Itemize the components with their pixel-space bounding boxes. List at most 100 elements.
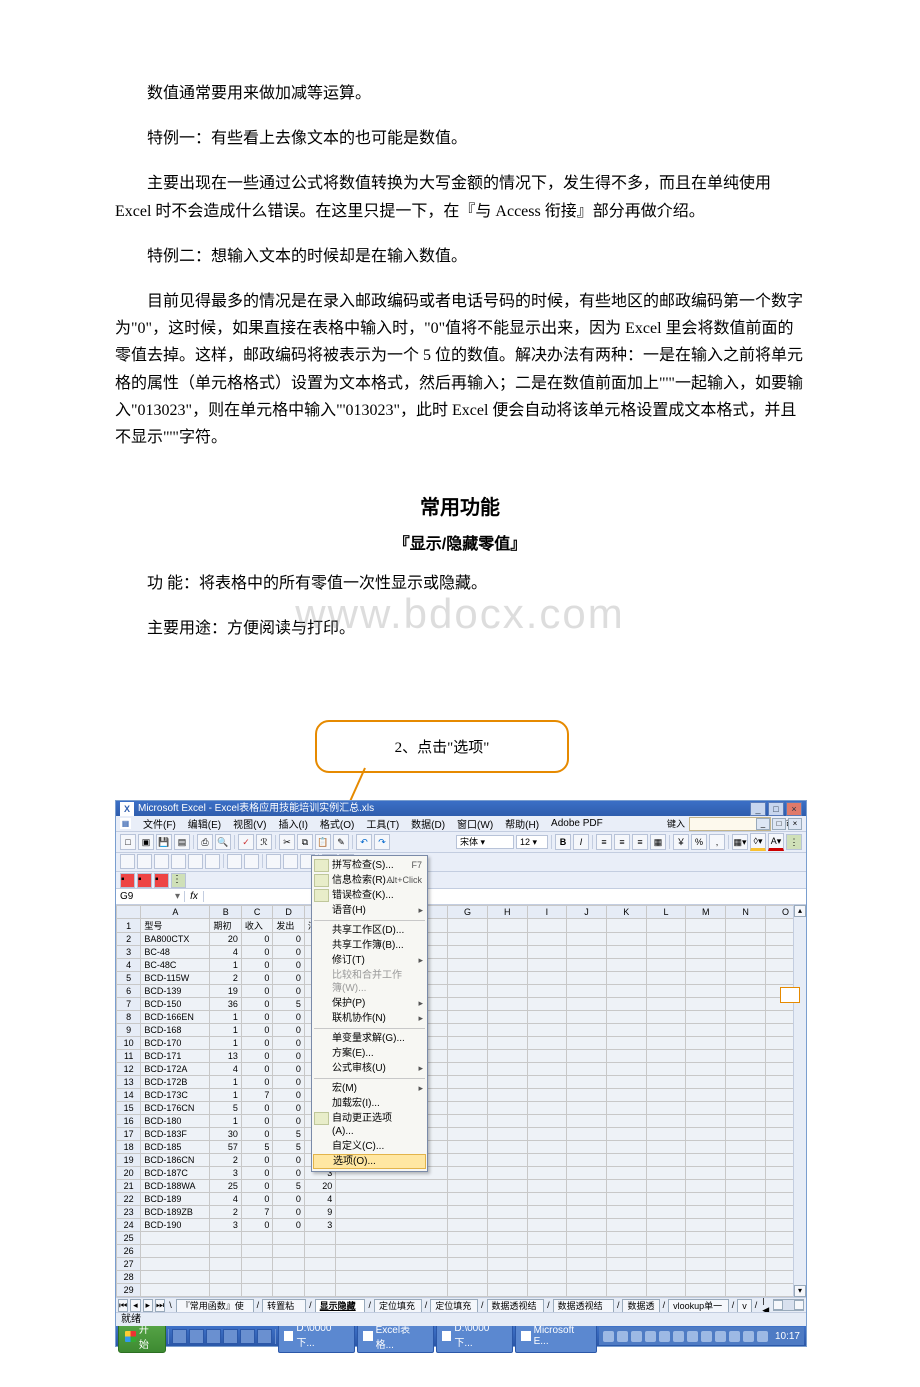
- cell[interactable]: 型号: [141, 919, 210, 933]
- cell[interactable]: [567, 1076, 607, 1089]
- cell[interactable]: [527, 1232, 567, 1245]
- cell[interactable]: BCD-173C: [141, 1089, 210, 1102]
- cell[interactable]: [686, 919, 726, 933]
- column-header[interactable]: C: [241, 906, 272, 919]
- toolbar-button[interactable]: [266, 854, 281, 869]
- cell[interactable]: [567, 959, 607, 972]
- cell[interactable]: [686, 1089, 726, 1102]
- column-header[interactable]: B: [210, 906, 241, 919]
- cell[interactable]: [606, 1232, 646, 1245]
- cell[interactable]: [567, 1154, 607, 1167]
- cell[interactable]: [726, 1128, 766, 1141]
- cell[interactable]: 0: [241, 1154, 272, 1167]
- cell[interactable]: [567, 1089, 607, 1102]
- workbook-close-button[interactable]: ×: [788, 818, 802, 830]
- cell[interactable]: [487, 1193, 527, 1206]
- cell[interactable]: [448, 1011, 488, 1024]
- cell[interactable]: [141, 1245, 210, 1258]
- cell[interactable]: [241, 1245, 272, 1258]
- menu-item[interactable]: 公式审核(U): [312, 1061, 427, 1076]
- cell[interactable]: [726, 1271, 766, 1284]
- vertical-scrollbar[interactable]: ▴ ▾: [793, 905, 806, 1297]
- cell[interactable]: [606, 1141, 646, 1154]
- menu-item[interactable]: 语音(H): [312, 903, 427, 918]
- cell[interactable]: 3: [210, 1219, 241, 1232]
- cell[interactable]: [527, 1102, 567, 1115]
- quick-launch-item[interactable]: [189, 1329, 204, 1344]
- row-header[interactable]: 11: [117, 1050, 141, 1063]
- cell[interactable]: [606, 1102, 646, 1115]
- cell[interactable]: [241, 1258, 272, 1271]
- cell[interactable]: 0: [241, 1219, 272, 1232]
- cell[interactable]: [726, 946, 766, 959]
- cell[interactable]: 0: [241, 933, 272, 946]
- cell[interactable]: [567, 1245, 607, 1258]
- toolbar-button[interactable]: [283, 854, 298, 869]
- cell[interactable]: [487, 972, 527, 985]
- cell[interactable]: [141, 1271, 210, 1284]
- row-header[interactable]: 7: [117, 998, 141, 1011]
- cell[interactable]: [686, 1154, 726, 1167]
- cell[interactable]: [686, 946, 726, 959]
- cell[interactable]: [273, 1271, 304, 1284]
- cell[interactable]: [686, 1115, 726, 1128]
- cell[interactable]: [487, 985, 527, 998]
- cell[interactable]: [686, 1284, 726, 1297]
- cell[interactable]: [646, 1232, 686, 1245]
- cell[interactable]: 收入: [241, 919, 272, 933]
- menu-item[interactable]: 格式(O): [320, 816, 354, 831]
- column-header[interactable]: H: [487, 906, 527, 919]
- cell[interactable]: [686, 985, 726, 998]
- menu-item[interactable]: 单变量求解(G)...: [312, 1031, 427, 1046]
- cell[interactable]: [567, 1180, 607, 1193]
- cell[interactable]: BCD-168: [141, 1024, 210, 1037]
- scroll-down-button[interactable]: ▾: [794, 1285, 806, 1297]
- cell[interactable]: [686, 1167, 726, 1180]
- column-header[interactable]: A: [141, 906, 210, 919]
- menu-item[interactable]: 编辑(E): [188, 816, 221, 831]
- cell[interactable]: [646, 1141, 686, 1154]
- toolbar-button[interactable]: [244, 854, 259, 869]
- cell[interactable]: [726, 1193, 766, 1206]
- cell[interactable]: 5: [273, 1180, 304, 1193]
- cell[interactable]: [726, 1284, 766, 1297]
- cell[interactable]: [686, 1232, 726, 1245]
- redo-button[interactable]: ↷: [374, 834, 390, 850]
- row-header[interactable]: 1: [117, 919, 141, 933]
- cell[interactable]: 2: [210, 1154, 241, 1167]
- cell[interactable]: [686, 1271, 726, 1284]
- column-header[interactable]: M: [686, 906, 726, 919]
- cell[interactable]: [273, 1245, 304, 1258]
- cell[interactable]: [487, 1206, 527, 1219]
- cell[interactable]: 0: [273, 1219, 304, 1232]
- cell[interactable]: [686, 1180, 726, 1193]
- cell[interactable]: [141, 1258, 210, 1271]
- cell[interactable]: [726, 1141, 766, 1154]
- cell[interactable]: [606, 1167, 646, 1180]
- tray-icon[interactable]: [673, 1331, 684, 1342]
- cell[interactable]: [567, 1141, 607, 1154]
- cell[interactable]: [448, 1050, 488, 1063]
- menu-item[interactable]: 联机协作(N): [312, 1011, 427, 1026]
- row-header[interactable]: 14: [117, 1089, 141, 1102]
- row-header[interactable]: 18: [117, 1141, 141, 1154]
- cell[interactable]: [448, 1128, 488, 1141]
- cell[interactable]: 0: [241, 1063, 272, 1076]
- cell[interactable]: 9: [304, 1206, 335, 1219]
- cell[interactable]: [686, 1076, 726, 1089]
- cell[interactable]: [448, 1141, 488, 1154]
- column-header[interactable]: D: [273, 906, 304, 919]
- menu-item[interactable]: 共享工作区(D)...: [312, 923, 427, 938]
- cell[interactable]: [646, 1258, 686, 1271]
- cell[interactable]: 25: [210, 1180, 241, 1193]
- cell[interactable]: [567, 1219, 607, 1232]
- menu-item[interactable]: 信息检索(R)...Alt+Click: [312, 873, 427, 888]
- cell[interactable]: [487, 1154, 527, 1167]
- cell[interactable]: [726, 985, 766, 998]
- select-all-cell[interactable]: [117, 906, 141, 919]
- cell[interactable]: 0: [241, 1180, 272, 1193]
- cell[interactable]: [448, 1024, 488, 1037]
- cell[interactable]: [567, 985, 607, 998]
- cell[interactable]: 0: [273, 1167, 304, 1180]
- tray-icon[interactable]: [743, 1331, 754, 1342]
